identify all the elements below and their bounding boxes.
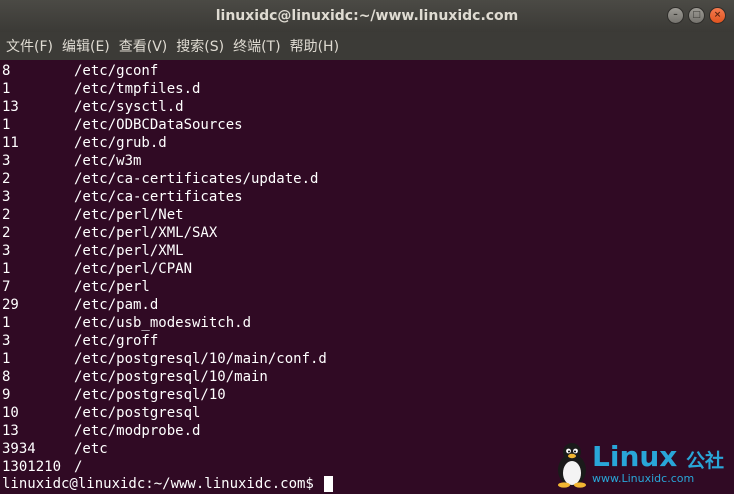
close-button[interactable]: × <box>709 7 726 24</box>
dir-path: /etc/groff <box>74 333 159 349</box>
dir-path: /etc/postgresql <box>74 405 201 421</box>
dir-path: /etc/perl/Net <box>74 207 184 223</box>
dir-path: /etc/ca-certificates <box>74 189 243 205</box>
dir-size: 7 <box>2 279 11 295</box>
menu-terminal[interactable]: 终端(T) <box>231 36 282 56</box>
menu-view[interactable]: 查看(V) <box>117 36 170 56</box>
dir-size: 11 <box>2 135 19 151</box>
dir-size: 1 <box>2 315 11 331</box>
dir-path: /etc/ca-certificates/update.d <box>74 171 319 187</box>
dir-size: 13 <box>2 99 19 115</box>
dir-path: /etc/pam.d <box>74 297 159 313</box>
menu-bar: 文件(F) 编辑(E) 查看(V) 搜索(S) 终端(T) 帮助(H) <box>0 32 734 60</box>
window-title: linuxidc@linuxidc:~/www.linuxidc.com <box>215 8 519 24</box>
dir-path: /etc/ODBCDataSources <box>74 117 243 133</box>
cursor <box>323 476 333 492</box>
dir-path: / <box>74 459 83 475</box>
dir-path: /etc/tmpfiles.d <box>74 81 201 97</box>
dir-size: 2 <box>2 225 11 241</box>
menu-edit[interactable]: 编辑(E) <box>60 36 112 56</box>
logo-word: Linux <box>592 440 678 473</box>
dir-size: 3 <box>2 243 11 259</box>
prompt-text: linuxidc@linuxidc:~/www.linuxidc.com$ <box>2 476 314 492</box>
dir-size: 1 <box>2 261 11 277</box>
dir-size: 9 <box>2 387 11 403</box>
menu-file[interactable]: 文件(F) <box>4 36 55 56</box>
window-controls: – □ × <box>667 7 726 25</box>
dir-size: 13 <box>2 423 19 439</box>
menu-search[interactable]: 搜索(S) <box>174 36 226 56</box>
dir-path: /etc/usb_modeswitch.d <box>74 315 252 331</box>
minimize-button[interactable]: – <box>667 7 684 24</box>
dir-path: /etc/perl <box>74 279 150 295</box>
logo-cn-text: 公社 <box>686 450 725 472</box>
dir-size: 3 <box>2 153 11 169</box>
dir-path: /etc <box>74 441 108 457</box>
dir-size: 1 <box>2 81 11 97</box>
tux-penguin-icon <box>558 443 586 488</box>
dir-size: 29 <box>2 297 19 313</box>
dir-size: 10 <box>2 405 19 421</box>
dir-size: 3934 <box>2 441 36 457</box>
dir-size: 2 <box>2 207 11 223</box>
terminal-output[interactable]: 8/etc/gconf 1/etc/tmpfiles.d 13/etc/sysc… <box>0 60 734 494</box>
dir-path: /etc/perl/XML/SAX <box>74 225 218 241</box>
dir-path: /etc/grub.d <box>74 135 167 151</box>
dir-size: 8 <box>2 63 11 79</box>
menu-help[interactable]: 帮助(H) <box>288 36 341 56</box>
title-bar[interactable]: linuxidc@linuxidc:~/www.linuxidc.com – □… <box>0 0 734 32</box>
logo-url: www.Linuxidc.com <box>592 472 695 485</box>
dir-size: 3 <box>2 333 11 349</box>
dir-size: 2 <box>2 171 11 187</box>
dir-size: 1301210 <box>2 459 62 475</box>
dir-path: /etc/modprobe.d <box>74 423 201 439</box>
dir-size: 1 <box>2 117 11 133</box>
shell-prompt[interactable]: linuxidc@linuxidc:~/www.linuxidc.com$ <box>2 475 333 493</box>
dir-path: /etc/postgresql/10/main/conf.d <box>74 351 327 367</box>
dir-path: /etc/postgresql/10 <box>74 387 226 403</box>
dir-path: /etc/w3m <box>74 153 142 169</box>
dir-path: /etc/perl/CPAN <box>74 261 193 277</box>
maximize-button[interactable]: □ <box>688 7 705 24</box>
dir-path: /etc/gconf <box>74 63 159 79</box>
dir-path: /etc/perl/XML <box>74 243 184 259</box>
dir-path: /etc/postgresql/10/main <box>74 369 268 385</box>
dir-size: 8 <box>2 369 11 385</box>
dir-path: /etc/sysctl.d <box>74 99 184 115</box>
dir-size: 1 <box>2 351 11 367</box>
linux-logo-watermark: Linux 公社 www.Linuxidc.com <box>554 442 730 490</box>
dir-size: 3 <box>2 189 11 205</box>
